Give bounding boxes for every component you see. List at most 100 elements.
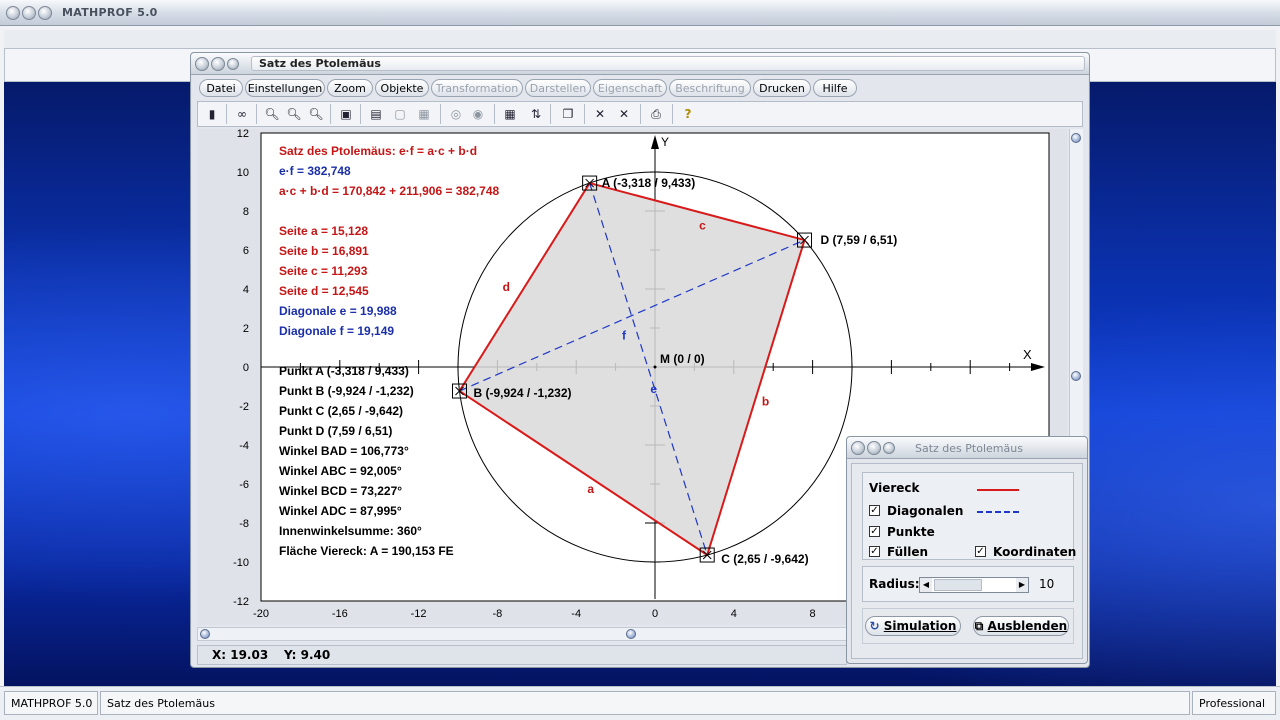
menu-drucken[interactable]: Drucken [753, 79, 811, 97]
y-tick-label: 10 [237, 167, 249, 179]
menu-beschriftung[interactable]: Beschriftung [669, 79, 751, 97]
y-tick-label: 4 [243, 284, 249, 296]
menu-datei[interactable]: Datei [199, 79, 243, 97]
x-tick-label: 0 [652, 608, 658, 620]
window-control-button[interactable] [227, 58, 239, 70]
y-tick-label: 2 [243, 323, 249, 335]
radius-box: Radius: ◀ ▶ 10 [862, 566, 1074, 602]
punkte-label: Punkte [887, 525, 935, 539]
side-label-b: b [762, 395, 769, 409]
fact-line: Winkel BCD = 73,227° [279, 484, 402, 498]
fact-line: Winkel BAD = 106,773° [279, 444, 409, 458]
koordinaten-label: Koordinaten [993, 545, 1077, 559]
zoom-in-icon[interactable]: 🔍︎ [306, 105, 326, 123]
copy-icon[interactable]: ❐ [558, 105, 578, 123]
radius-value: 10 [1039, 577, 1055, 591]
x-tick-label: 4 [731, 608, 737, 620]
x-tick-label: -8 [493, 608, 503, 620]
product-ef: e·f = 382,748 [279, 164, 351, 178]
y-tick-label: -2 [239, 401, 249, 413]
glasses-icon[interactable]: ∞ [232, 105, 252, 123]
circle-icon[interactable]: ◎ [446, 105, 466, 123]
panel-titlebar[interactable]: Satz des Ptolemäus [847, 437, 1087, 459]
scroll-left-button[interactable] [200, 629, 210, 639]
app-titlebar: MATHPROF 5.0 [0, 0, 1280, 26]
x-tick-label: -12 [411, 608, 427, 620]
y-tick-label: -8 [239, 518, 249, 530]
menu-transformation[interactable]: Transformation [431, 79, 523, 97]
menu-darstellen[interactable]: Darstellen [525, 79, 591, 97]
slider-right-arrow[interactable]: ▶ [1016, 578, 1028, 592]
x-tick-label: 8 [810, 608, 816, 620]
horizontal-scrollbar[interactable] [197, 627, 847, 641]
slider-thumb[interactable] [934, 579, 982, 591]
y-tick-label: 8 [243, 206, 249, 218]
settings-panel: Satz des Ptolemäus Viereck ✓ Diagonalen … [846, 436, 1088, 664]
y-axis-name: Y [661, 135, 669, 149]
side-label-c: c [699, 219, 706, 233]
scroll-up-button[interactable] [1071, 133, 1081, 143]
target-icon[interactable]: ◉ [468, 105, 488, 123]
refresh-icon: ↻ [869, 619, 884, 633]
window-control-button[interactable] [6, 6, 20, 20]
menu-hilfe[interactable]: Hilfe [813, 79, 857, 97]
ausblenden-label: Ausblenden [987, 619, 1068, 633]
document-titlebar[interactable]: Satz des Ptolemäus [191, 53, 1089, 75]
menu-einstellungen[interactable]: Einstellungen [245, 79, 325, 97]
y-tick-label: 12 [237, 129, 249, 140]
zoom-out-icon[interactable]: 🔍︎ [262, 105, 282, 123]
app-title: MATHPROF 5.0 [62, 6, 158, 19]
settings-icon[interactable]: ▣ [336, 105, 356, 123]
diagonalen-checkbox[interactable]: ✓ [869, 505, 880, 516]
window-control-button[interactable] [867, 441, 881, 455]
frame-icon[interactable]: ▢ [390, 105, 410, 123]
product-sum: a·c + b·d = 170,842 + 211,906 = 382,748 [279, 184, 499, 198]
zoom-icon[interactable]: 🔍︎ [284, 105, 304, 123]
window-icon[interactable]: ▤ [366, 105, 386, 123]
y-tick-label: -6 [239, 479, 249, 491]
table-icon[interactable]: ▦ [500, 105, 520, 123]
cursor-x: X: 19.03 [212, 648, 269, 662]
window-control-button[interactable] [211, 57, 225, 71]
fuellen-checkbox[interactable]: ✓ [869, 546, 880, 557]
fact-line: Punkt D (7,59 / 6,51) [279, 424, 392, 438]
diagonalen-label: Diagonalen [887, 504, 964, 518]
y-tick-label: -12 [233, 596, 249, 608]
help-icon[interactable]: ? [678, 105, 698, 123]
status-edition: Professional [1192, 691, 1276, 715]
window-control-button[interactable] [883, 442, 895, 454]
app-menu-strip [4, 30, 1276, 50]
cross-all-icon[interactable]: ✕ [614, 105, 634, 123]
koordinaten-checkbox[interactable]: ✓ [975, 546, 986, 557]
vertex-label-a: A (-3,318 / 9,433) [602, 176, 696, 190]
window-control-button[interactable] [38, 6, 52, 20]
cross-icon[interactable]: ✕ [590, 105, 610, 123]
diagonal-label-e: e [650, 382, 657, 396]
simulation-button[interactable]: ↻ Simulation [865, 616, 961, 636]
vertical-scroll-thumb[interactable] [1071, 371, 1081, 381]
window-control-button[interactable] [195, 57, 209, 71]
export-icon[interactable]: ⇅ [526, 105, 546, 123]
grid-icon[interactable]: ▦ [414, 105, 434, 123]
toolbar: ▮ ∞ 🔍︎ 🔍︎ 🔍︎ ▣ ▤ ▢ ▦ ◎ ◉ ▦ ⇅ ❐ ✕ ✕ ⎙ ? [197, 101, 1083, 127]
window-control-button[interactable] [851, 441, 865, 455]
punkte-checkbox[interactable]: ✓ [869, 526, 880, 537]
window-control-button[interactable] [22, 6, 36, 20]
theorem-text: Satz des Ptolemäus: e·f = a·c + b·d [279, 144, 477, 158]
menu-objekte[interactable]: Objekte [375, 79, 429, 97]
ausblenden-button[interactable]: ⧉ Ausblenden [973, 616, 1069, 636]
y-tick-label: -10 [233, 557, 249, 569]
menu-eigenschaft[interactable]: Eigenschaft [593, 79, 667, 97]
slider-left-arrow[interactable]: ◀ [920, 578, 932, 592]
radius-slider[interactable]: ◀ ▶ [919, 577, 1029, 593]
print-icon[interactable]: ⎙ [646, 105, 666, 123]
simulation-label: Simulation [883, 619, 957, 633]
menu-zoom[interactable]: Zoom [327, 79, 373, 97]
diagonal-length: Diagonale e = 19,988 [279, 304, 397, 318]
horizontal-scroll-thumb[interactable] [626, 629, 636, 639]
side-label-a: a [587, 482, 594, 496]
x-tick-label: -20 [253, 608, 269, 620]
vertex-label-d: D (7,59 / 6,51) [821, 233, 898, 247]
calculator-icon[interactable]: ▮ [202, 105, 222, 123]
center-label: M (0 / 0) [660, 352, 705, 366]
